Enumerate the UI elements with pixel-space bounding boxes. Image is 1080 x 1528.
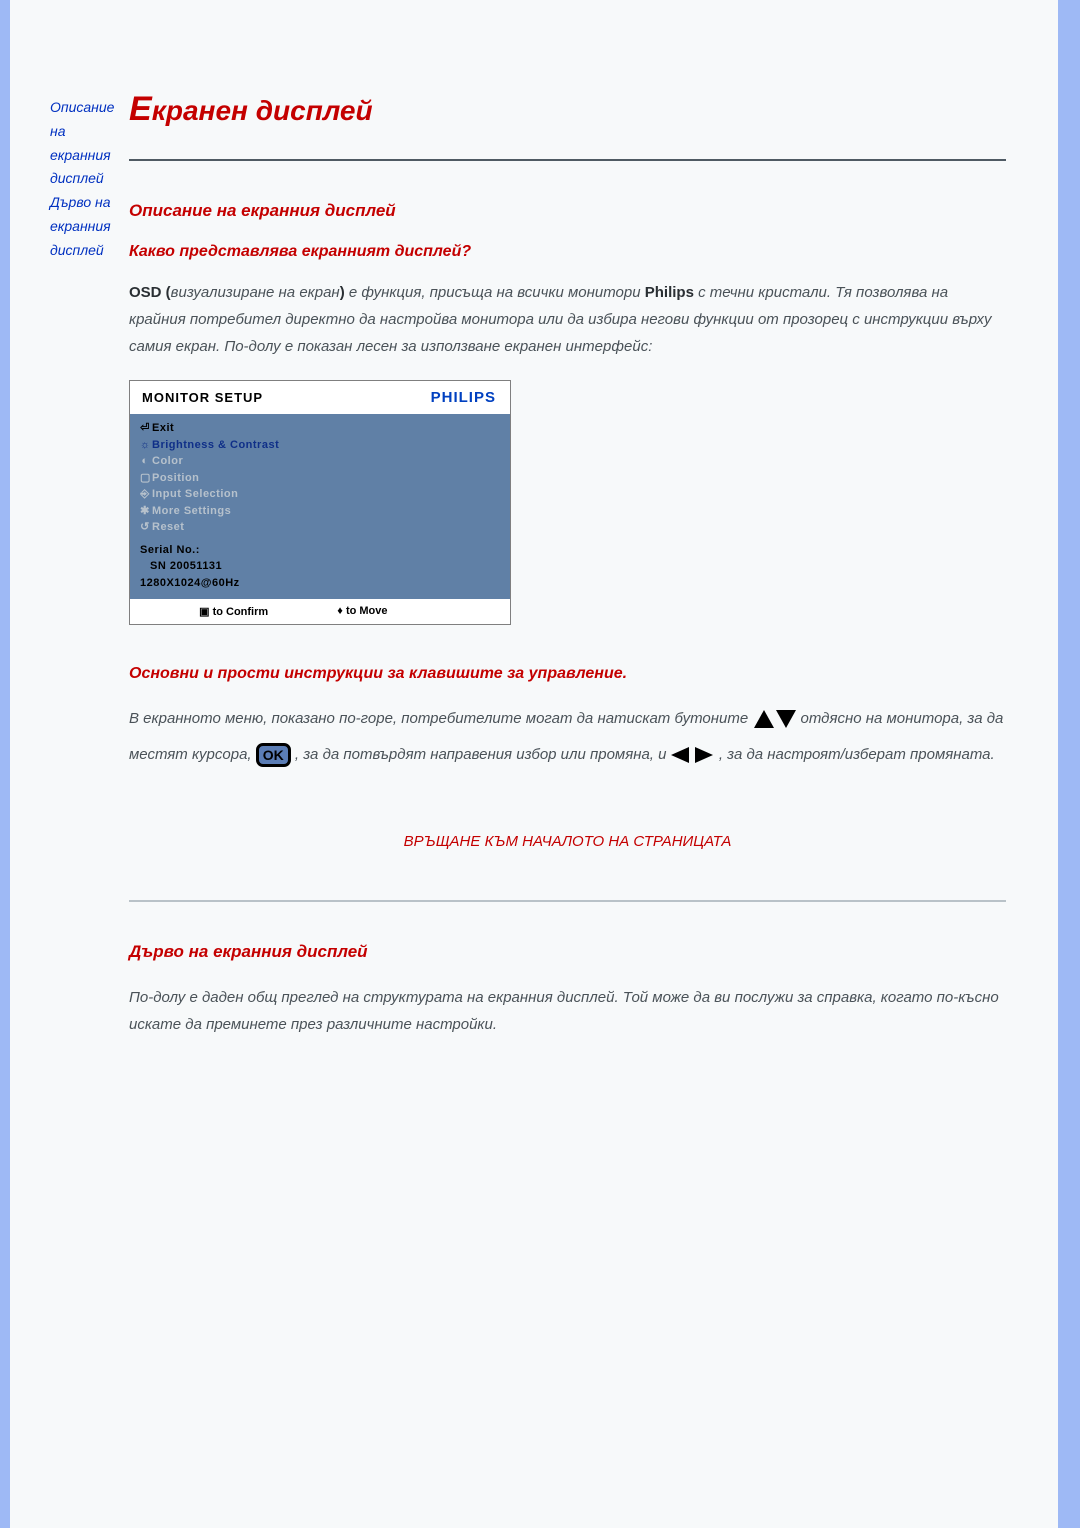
reset-icon: ↺ <box>140 519 150 536</box>
position-icon: ▢ <box>140 470 150 487</box>
osd-item-exit: Exit <box>152 422 174 434</box>
osd-footer: ▣ to Confirm ♦ to Move <box>130 599 510 624</box>
page-title-initial: Е <box>129 90 152 128</box>
osd-item-input: Input Selection <box>152 488 238 500</box>
confirm-icon: ▣ <box>199 606 209 618</box>
osd-serial-label: Serial No.: <box>140 542 500 559</box>
sidebar-nav: Описание на екранния дисплей Дърво на ек… <box>50 90 125 263</box>
brand-name: Philips <box>645 284 694 301</box>
up-down-arrows-icon <box>752 710 800 727</box>
settings-icon: ✱ <box>140 503 150 520</box>
osd-item-reset: Reset <box>152 521 184 533</box>
osd-item-brightness: Brightness & Contrast <box>152 439 279 451</box>
divider <box>129 159 1006 161</box>
section-subheading-what-is: Какво представлява екранният дисплей? <box>129 243 1006 261</box>
sun-icon: ☼ <box>140 437 150 454</box>
tree-intro-paragraph: По-долу е даден общ преглед на структура… <box>129 984 1006 1038</box>
osd-title: MONITOR SETUP <box>142 390 263 405</box>
back-to-top: ВРЪЩАНЕ КЪМ НАЧАЛОТО НА СТРАНИЦАТА <box>129 833 1006 850</box>
color-icon: ◐ <box>140 453 150 470</box>
osd-resolution: 1280X1024@60Hz <box>140 575 500 592</box>
osd-item-more: More Settings <box>152 505 231 517</box>
input-icon: ⎆ <box>140 486 150 503</box>
osd-serial-number: SN 20051131 <box>140 558 500 575</box>
section-heading-description: Описание на екранния дисплей <box>129 201 1006 221</box>
osd-intro-paragraph: OSD (визуализиране на екран) е функция, … <box>129 279 1006 360</box>
osd-footer-move: to Move <box>346 605 388 617</box>
back-to-top-link[interactable]: ВРЪЩАНЕ КЪМ НАЧАЛОТО НА СТРАНИЦАТА <box>404 833 732 850</box>
osd-item-position: Position <box>152 472 199 484</box>
osd-brand-logo: PHILIPS <box>431 389 496 406</box>
osd-header: MONITOR SETUP PHILIPS <box>130 381 510 414</box>
osd-footer-confirm: to Confirm <box>213 606 269 618</box>
move-icon: ♦ <box>337 605 343 617</box>
page-title-rest: кранен дисплей <box>152 95 373 126</box>
left-right-arrows-icon <box>671 746 719 763</box>
osd-abbrev: OSD ( <box>129 284 171 301</box>
instructions-paragraph: В екранното меню, показано по-горе, потр… <box>129 701 1006 773</box>
sidebar-link-description[interactable]: Описание на екранния дисплей <box>50 99 114 186</box>
osd-menu: ⏎Exit ☼Brightness & Contrast ◐Color ▢Pos… <box>130 414 510 599</box>
ok-button-icon: OK <box>256 743 291 767</box>
sidebar-link-tree[interactable]: Дърво на екранния дисплей <box>50 194 111 258</box>
page-title: Екранен дисплей <box>129 90 1006 129</box>
section-heading-tree: Дърво на екранния дисплей <box>129 942 1006 962</box>
section-subheading-instructions: Основни и прости инструкции за клавишите… <box>129 665 1006 683</box>
main-content: Екранен дисплей Описание на екранния дис… <box>125 90 1006 1058</box>
osd-screenshot: MONITOR SETUP PHILIPS ⏎Exit ☼Brightness … <box>129 380 511 625</box>
exit-icon: ⏎ <box>140 420 150 437</box>
divider <box>129 900 1006 902</box>
osd-item-color: Color <box>152 455 183 467</box>
